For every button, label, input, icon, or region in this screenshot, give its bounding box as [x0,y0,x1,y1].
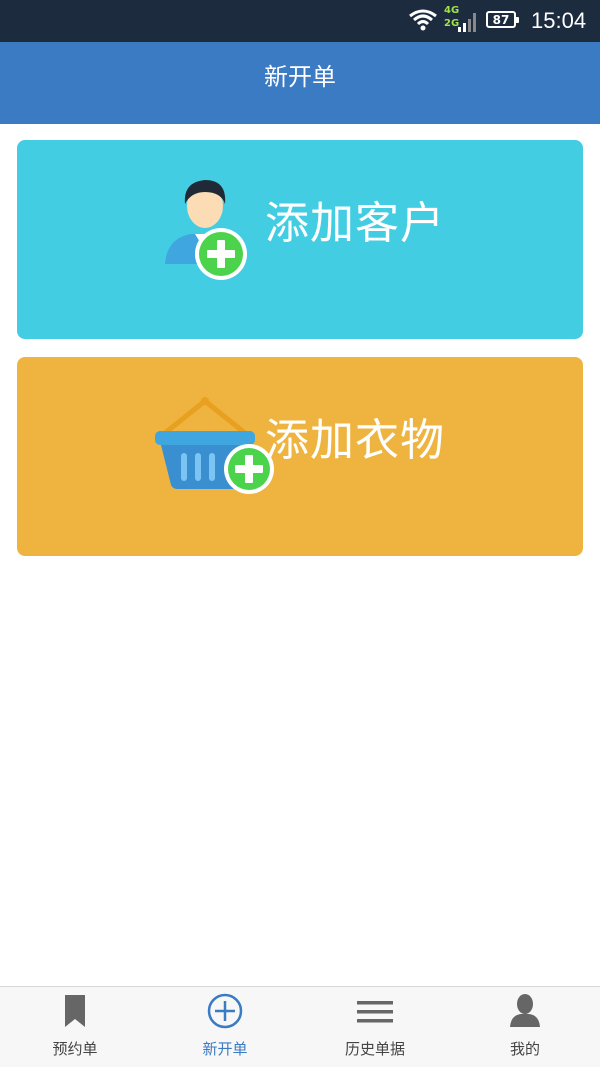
battery-icon: 87 [486,11,519,28]
add-customer-label: 添加客户 [265,198,445,249]
wifi-icon [409,9,437,31]
add-basket-icon [155,397,274,494]
list-icon [357,1001,393,1023]
nav-label-history: 历史单据 [344,1040,405,1058]
add-clothes-button[interactable]: 添加衣物 [17,357,583,556]
signal-icon [458,13,476,32]
nav-item-appointments[interactable]: 预约单 [0,987,150,1067]
plus-circle-icon [207,993,243,1029]
person-icon [510,994,540,1027]
bottom-nav: 预约单 新开单 历史单据 我的 [0,986,600,1067]
battery-level: 87 [492,13,510,27]
nav-label-appointments: 预约单 [52,1040,98,1058]
bookmark-icon [65,995,85,1027]
add-clothes-label: 添加衣物 [265,415,445,466]
nav-item-history[interactable]: 历史单据 [300,987,450,1067]
page-title: 新开单 [264,63,336,91]
add-customer-button[interactable]: 添加客户 [17,140,583,339]
status-bar: 4G 2G 87 15:04 [0,0,600,42]
nav-item-profile[interactable]: 我的 [450,987,600,1067]
nav-item-new-order[interactable]: 新开单 [150,987,300,1067]
add-user-icon [165,180,247,280]
nav-label-profile: 我的 [509,1040,540,1058]
nav-label-new-order: 新开单 [202,1040,248,1058]
clock: 15:04 [531,8,587,33]
app-header: 新开单 [0,42,600,124]
